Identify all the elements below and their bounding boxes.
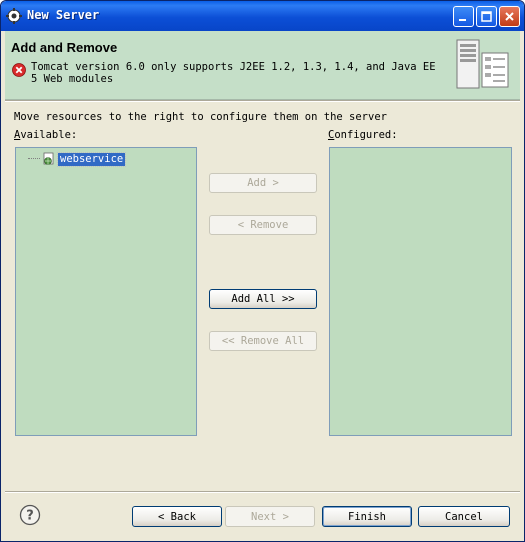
maximize-icon [481,11,492,22]
close-icon [505,12,514,21]
instruction-text: Move resources to the right to configure… [14,111,387,123]
web-module-icon [43,152,54,165]
configured-label: Configured: [328,129,398,141]
wizard-header: Add and Remove Tomcat version 6.0 only s… [5,31,520,100]
page-title: Add and Remove [11,40,118,55]
remove-button[interactable]: < Remove [209,215,317,235]
footer-separator [5,491,520,493]
title-bar[interactable]: New Server [1,1,524,31]
next-button[interactable]: Next > [225,506,315,527]
remove-all-button[interactable]: << Remove All [209,331,317,351]
list-item-label: webservice [56,151,127,167]
configured-list[interactable] [329,147,512,436]
server-graphic-icon [456,39,509,89]
header-separator [5,100,520,102]
available-list[interactable]: webservice [15,147,197,436]
add-all-button[interactable]: Add All >> [209,289,317,309]
tree-connector [28,158,40,160]
app-gear-icon [6,8,22,24]
error-message: Tomcat version 6.0 only supports J2EE 1.… [31,61,436,85]
minimize-icon [459,19,466,21]
add-button[interactable]: Add > [209,173,317,193]
configured-label-rest: onfigured: [334,129,398,141]
help-icon[interactable]: ? [19,504,41,526]
back-button[interactable]: < Back [132,506,222,527]
new-server-dialog: New Server Add and Remove Tomcat version… [0,0,525,542]
error-icon [12,63,26,77]
svg-text:?: ? [26,509,34,524]
minimize-button[interactable] [453,6,474,27]
maximize-button[interactable] [476,6,497,27]
available-label: Available: [14,129,78,141]
cancel-button[interactable]: Cancel [418,506,510,527]
finish-button[interactable]: Finish [322,506,412,527]
window-title: New Server [27,8,100,22]
available-label-rest: vailable: [20,129,78,141]
list-item[interactable]: webservice [28,151,127,167]
close-button[interactable] [499,6,520,27]
